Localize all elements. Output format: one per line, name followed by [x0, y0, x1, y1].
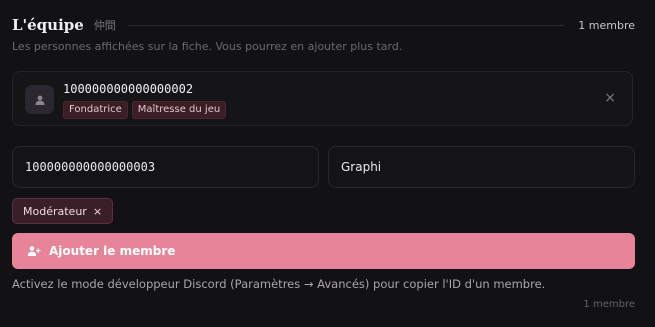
member-roles: Fondatrice Maîtresse du jeu	[63, 101, 227, 119]
member-name-input[interactable]: Graphi	[328, 146, 635, 188]
member-card: 100000000000000002 Fondatrice Maîtresse …	[12, 71, 633, 126]
footer-member-count: 1 membre	[583, 299, 635, 310]
avatar	[25, 85, 54, 114]
member-count: 1 membre	[578, 18, 635, 32]
section-subtitle: Les personnes affichées sur la fiche. Vo…	[12, 40, 403, 53]
close-icon[interactable]: ×	[93, 205, 102, 218]
member-id-input[interactable]: 100000000000000003	[12, 146, 319, 188]
add-member-label: Ajouter le membre	[49, 244, 176, 258]
help-text: Activez le mode développeur Discord (Par…	[12, 277, 546, 291]
section-header: L'équipe 仲間 1 membre	[12, 14, 635, 36]
header-divider	[127, 24, 565, 26]
add-member-button[interactable]: Ajouter le membre	[12, 233, 635, 269]
role-badge: Maîtresse du jeu	[131, 101, 227, 119]
selected-role-chip[interactable]: Modérateur ×	[12, 198, 114, 224]
section-title-jp: 仲間	[93, 19, 116, 32]
user-icon	[35, 95, 44, 105]
close-icon[interactable]: ×	[604, 90, 616, 106]
member-id: 100000000000000002	[63, 82, 194, 96]
user-plus-icon	[27, 246, 41, 256]
section-title: L'équipe	[12, 16, 84, 34]
role-badge: Fondatrice	[63, 101, 128, 119]
role-chip-label: Modérateur	[23, 204, 87, 218]
